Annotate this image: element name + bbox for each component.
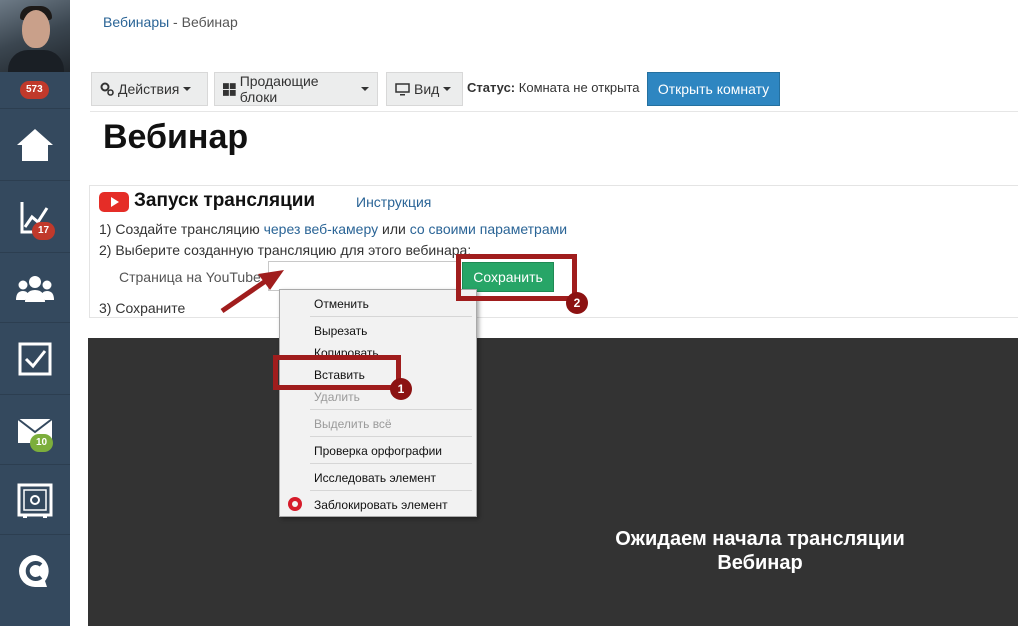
sidebar-item-mail[interactable] [0, 394, 70, 467]
waiting-message-line-1: Ожидаем начала трансляции [615, 528, 905, 550]
step-1-text: 1) Создайте трансляцию [99, 221, 264, 237]
step-3: 3) Сохраните [99, 300, 186, 316]
sidebar-item-users[interactable] [0, 252, 70, 325]
menu-separator [310, 316, 472, 317]
actions-label: Действия [118, 81, 180, 97]
step-1-or: или [378, 221, 410, 237]
breadcrumb-parent-link[interactable]: Вебинары [103, 14, 169, 30]
menu-item-inspect[interactable]: Исследовать элемент [314, 469, 436, 487]
home-icon [17, 129, 53, 161]
menu-item-undo[interactable]: Отменить [314, 295, 369, 313]
marker-1: 1 [390, 378, 412, 400]
menu-separator [310, 436, 472, 437]
instruction-link[interactable]: Инструкция [356, 194, 431, 210]
breadcrumb-separator: - [169, 14, 182, 30]
grid-icon [223, 82, 236, 96]
step-2: 2) Выберите созданную трансляцию для это… [99, 242, 472, 258]
waiting-message: Ожидаем начала трансляции Вебинар [560, 527, 960, 575]
step-1: 1) Создайте трансляцию через веб-камеру … [99, 221, 567, 237]
chevron-down-icon [443, 87, 452, 91]
safe-icon [17, 483, 53, 518]
brand-icon [19, 555, 49, 587]
menu-item-spellcheck[interactable]: Проверка орфографии [314, 442, 442, 460]
broadcast-title: Запуск трансляции [134, 190, 316, 211]
avatar-face [22, 10, 50, 48]
sidebar-item-tasks[interactable] [0, 322, 70, 395]
save-highlight [456, 254, 577, 301]
room-status: Статус: Комната не открыта [467, 80, 640, 95]
notifications-badge: 573 [20, 81, 49, 99]
users-icon [16, 276, 54, 302]
tasks-icon [18, 342, 52, 376]
selling-blocks-dropdown[interactable]: Продающие блоки [214, 72, 378, 106]
divider [90, 111, 1018, 112]
menu-separator [310, 490, 472, 491]
view-dropdown[interactable]: Вид [386, 72, 463, 106]
menu-separator [310, 463, 472, 464]
youtube-page-input[interactable] [268, 261, 460, 291]
paste-highlight [273, 355, 401, 390]
gears-icon [100, 82, 114, 96]
menu-item-cut[interactable]: Вырезать [314, 322, 367, 340]
context-menu: Отменить Вырезать Копировать Вставить Уд… [279, 289, 477, 517]
sidebar-item-home[interactable] [0, 108, 70, 181]
sales-badge: 17 [32, 222, 56, 240]
sidebar-item-brand[interactable] [0, 534, 70, 607]
open-room-button[interactable]: Открыть комнату [647, 72, 780, 106]
user-avatar[interactable] [0, 0, 70, 72]
adblock-gear-icon [288, 497, 302, 511]
breadcrumb: Вебинары - Вебинар [103, 14, 238, 30]
chevron-down-icon [361, 87, 369, 91]
waiting-message-line-2: Вебинар [717, 552, 803, 574]
status-value: Комната не открыта [518, 80, 640, 95]
sidebar-item-sales[interactable] [0, 180, 70, 253]
menu-item-delete: Удалить [314, 390, 360, 404]
arrow-icon [220, 270, 284, 314]
menu-separator [310, 409, 472, 410]
video-player[interactable] [88, 338, 1018, 626]
custom-params-link[interactable]: со своими параметрами [410, 221, 567, 237]
page-title: Вебинар [103, 118, 249, 156]
webcam-link[interactable]: через веб-камеру [264, 221, 379, 237]
youtube-icon [99, 192, 129, 212]
monitor-icon [395, 82, 410, 95]
menu-item-select-all: Выделить всё [314, 417, 392, 431]
mail-badge: 10 [30, 434, 54, 452]
chevron-down-icon [183, 87, 192, 91]
actions-dropdown[interactable]: Действия [91, 72, 208, 106]
sidebar-item-safe[interactable] [0, 464, 70, 537]
view-label: Вид [414, 81, 440, 97]
breadcrumb-current: Вебинар [181, 14, 238, 30]
avatar-shirt [8, 50, 64, 72]
status-label: Статус: [467, 80, 516, 95]
selling-blocks-label: Продающие блоки [239, 73, 319, 105]
marker-2: 2 [566, 292, 588, 314]
menu-item-block-element[interactable]: Заблокировать элемент [314, 496, 448, 514]
